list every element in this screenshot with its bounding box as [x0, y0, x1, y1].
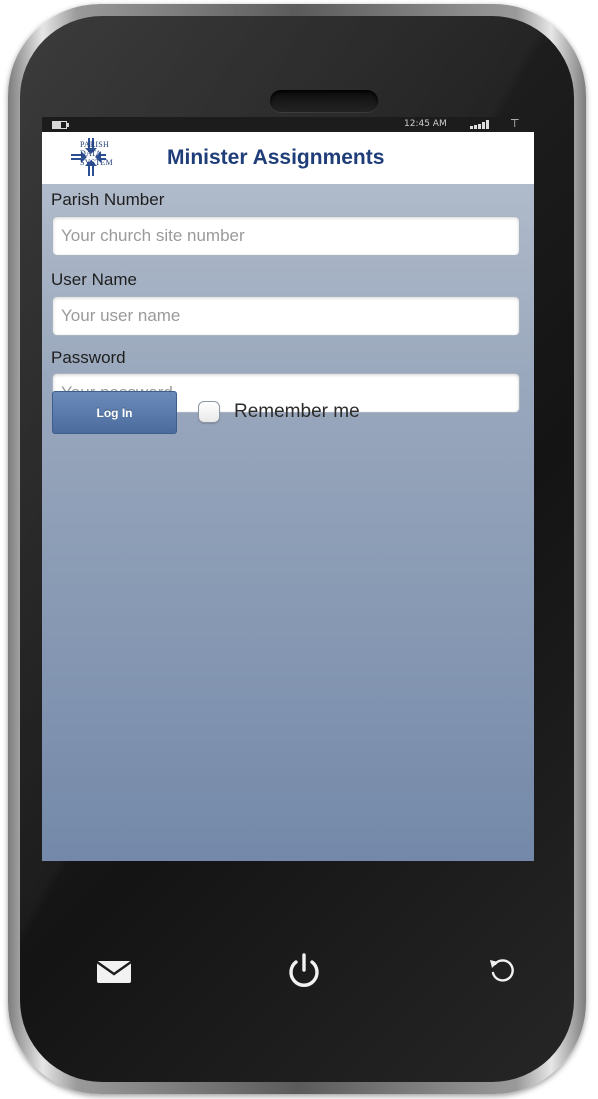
status-bar: 12:45 AM ⊤	[42, 117, 534, 132]
status-time: 12:45 AM	[404, 119, 447, 129]
power-icon[interactable]	[286, 953, 322, 989]
page-title: Minister Assignments	[167, 146, 385, 169]
login-button[interactable]: Log In	[52, 391, 177, 434]
mail-icon[interactable]	[97, 961, 131, 985]
remember-me-checkbox[interactable]	[198, 401, 220, 423]
user-name-label: User Name	[51, 270, 137, 289]
parish-number-field[interactable]	[52, 216, 520, 256]
user-name-field[interactable]	[52, 296, 520, 336]
app-header: PARISH DATA SYSTEM Minister Assignments	[42, 132, 534, 184]
battery-icon	[52, 121, 69, 129]
speaker-grille	[270, 90, 378, 112]
back-icon[interactable]	[487, 955, 517, 985]
logo-line-1: PARISH	[80, 140, 109, 149]
remember-me-label: Remember me	[234, 401, 360, 422]
logo-text: PARISH DATA SYSTEM	[80, 140, 113, 167]
remember-me-control[interactable]: Remember me	[198, 401, 360, 423]
logo-line-3: SYSTEM	[80, 158, 113, 167]
antenna-icon: ⊤	[510, 117, 520, 130]
password-label: Password	[51, 348, 126, 367]
logo-line-2: DATA	[80, 149, 102, 158]
phone-screen: 12:45 AM ⊤ PARISH DATA SYSTEM Minister A…	[42, 117, 534, 861]
signal-bars-icon	[470, 120, 489, 129]
parish-number-label: Parish Number	[51, 190, 165, 209]
